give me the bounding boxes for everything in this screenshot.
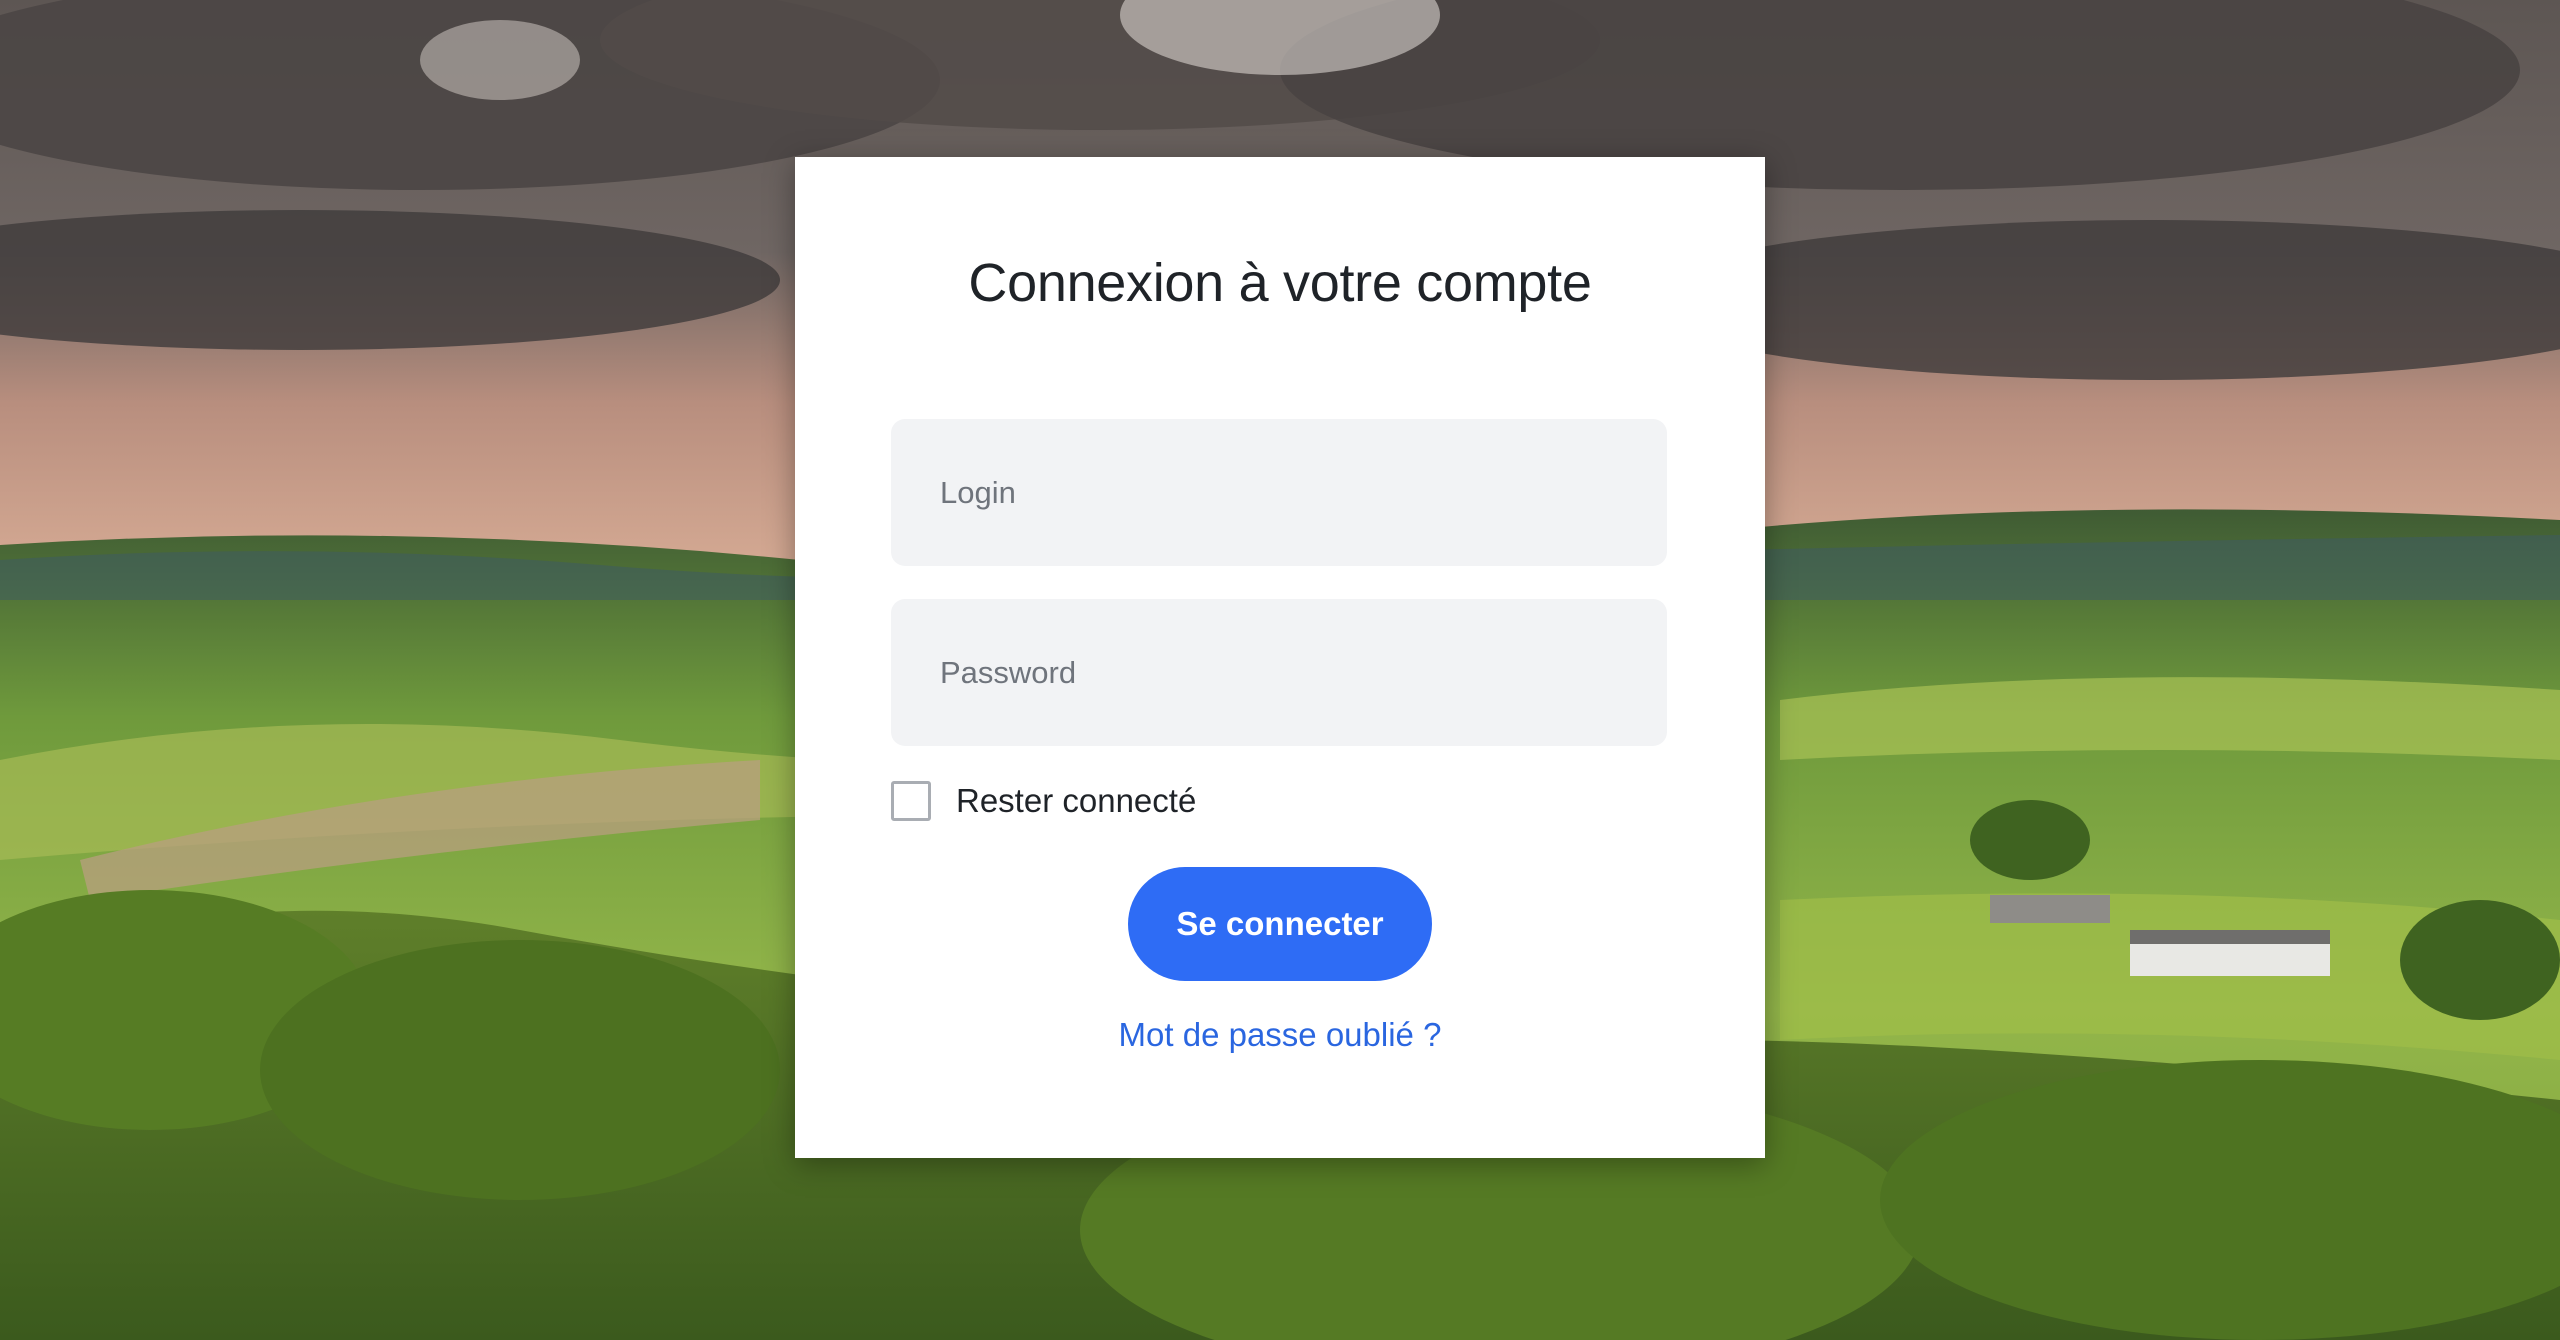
remember-me-label[interactable]: Rester connecté — [956, 782, 1196, 820]
password-input[interactable] — [891, 599, 1667, 746]
forgot-password-link[interactable]: Mot de passe oublié ? — [795, 1016, 1765, 1054]
page-title: Connexion à votre compte — [968, 253, 1592, 313]
login-field[interactable] — [891, 419, 1667, 566]
login-card: Connexion à votre compte Rester connecté… — [795, 157, 1765, 1158]
password-field[interactable] — [891, 599, 1667, 746]
login-button[interactable]: Se connecter — [1128, 867, 1432, 981]
login-input[interactable] — [891, 419, 1667, 566]
remember-me-row[interactable]: Rester connecté — [891, 778, 1196, 824]
remember-me-checkbox[interactable] — [891, 781, 931, 821]
